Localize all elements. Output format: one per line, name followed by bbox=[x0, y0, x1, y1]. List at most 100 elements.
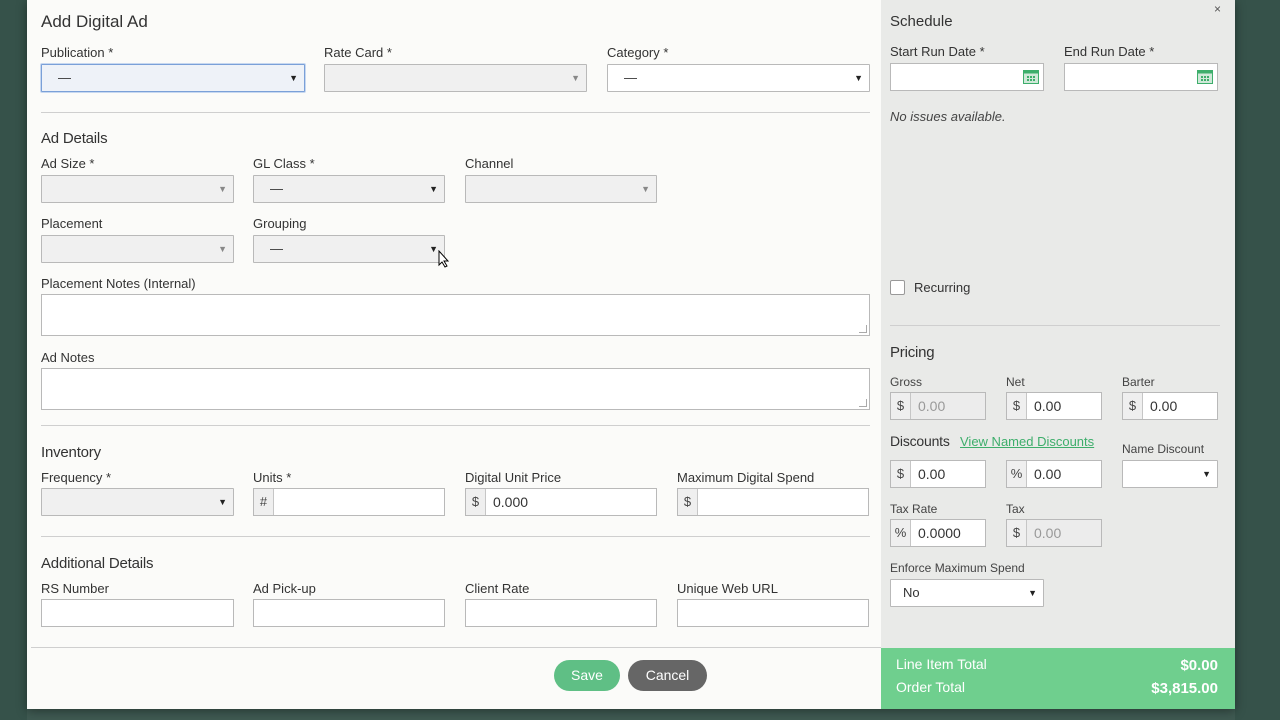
cancel-button[interactable]: Cancel bbox=[628, 660, 707, 691]
chevron-down-icon: ▼ bbox=[1028, 588, 1037, 598]
placement-notes-textarea[interactable] bbox=[41, 294, 870, 336]
end-run-date-input[interactable] bbox=[1064, 63, 1218, 91]
channel-label: Channel bbox=[465, 156, 514, 171]
additional-details-heading: Additional Details bbox=[41, 555, 154, 572]
name-discount-select[interactable]: ▼ bbox=[1122, 460, 1218, 488]
divider bbox=[41, 425, 870, 426]
rate-card-select[interactable]: ▼ bbox=[324, 64, 587, 92]
net-label: Net bbox=[1006, 375, 1025, 389]
net-value: 0.00 bbox=[1034, 398, 1062, 414]
digital-unit-price-input[interactable]: $ 0.000 bbox=[465, 488, 657, 516]
enforce-max-spend-select[interactable]: No ▼ bbox=[890, 579, 1044, 607]
ad-notes-textarea[interactable] bbox=[41, 368, 870, 410]
enforce-max-spend-value: No bbox=[903, 585, 920, 600]
units-label: Units * bbox=[253, 470, 292, 485]
schedule-pricing-pane: × Schedule Start Run Date * End Run Date… bbox=[881, 0, 1235, 709]
channel-select[interactable]: ▼ bbox=[465, 175, 657, 203]
divider bbox=[31, 647, 881, 648]
barter-input[interactable]: $ 0.00 bbox=[1122, 392, 1218, 420]
ad-form-pane: Add Digital Ad Publication * — ▼ Rate Ca… bbox=[27, 0, 881, 709]
chevron-down-icon: ▼ bbox=[429, 244, 438, 254]
schedule-heading: Schedule bbox=[890, 13, 953, 30]
digital-unit-price-label: Digital Unit Price bbox=[465, 470, 562, 485]
barter-value: 0.00 bbox=[1150, 398, 1178, 414]
client-rate-input[interactable] bbox=[465, 599, 657, 627]
gl-class-value: — bbox=[270, 181, 283, 196]
name-discount-label: Name Discount bbox=[1122, 442, 1205, 456]
grouping-select[interactable]: — ▼ bbox=[253, 235, 445, 263]
chevron-down-icon: ▼ bbox=[218, 184, 227, 194]
ad-details-heading: Ad Details bbox=[41, 130, 108, 147]
discounts-heading: Discounts bbox=[890, 433, 950, 449]
add-digital-ad-modal: Add Digital Ad Publication * — ▼ Rate Ca… bbox=[27, 0, 1235, 709]
max-digital-spend-input[interactable]: $ bbox=[677, 488, 869, 516]
backdrop-left bbox=[0, 0, 27, 720]
tax-label: Tax bbox=[1006, 502, 1025, 516]
rs-number-label: RS Number bbox=[41, 581, 109, 596]
dollar-prefix: $ bbox=[1007, 393, 1027, 419]
gl-class-select[interactable]: — ▼ bbox=[253, 175, 445, 203]
chevron-down-icon: ▼ bbox=[641, 184, 650, 194]
view-named-discounts-link[interactable]: View Named Discounts bbox=[960, 434, 1094, 449]
ad-pickup-label: Ad Pick-up bbox=[253, 581, 316, 596]
dollar-prefix: $ bbox=[1123, 393, 1143, 419]
chevron-down-icon: ▼ bbox=[1202, 469, 1211, 479]
recurring-checkbox[interactable] bbox=[890, 280, 905, 295]
net-input[interactable]: $ 0.00 bbox=[1006, 392, 1102, 420]
dollar-prefix: $ bbox=[678, 489, 698, 515]
rate-card-label: Rate Card * bbox=[324, 45, 392, 60]
divider bbox=[890, 325, 1220, 326]
percent-prefix: % bbox=[891, 520, 911, 546]
save-button[interactable]: Save bbox=[554, 660, 620, 691]
dollar-prefix: $ bbox=[891, 461, 911, 487]
frequency-select[interactable]: ▼ bbox=[41, 488, 234, 516]
category-value: — bbox=[624, 70, 637, 85]
tax-input[interactable]: $ 0.00 bbox=[1006, 519, 1102, 547]
backdrop-right bbox=[1235, 0, 1280, 720]
discount-percent-input[interactable]: % 0.00 bbox=[1006, 460, 1102, 488]
ad-pickup-input[interactable] bbox=[253, 599, 445, 627]
start-run-date-input[interactable] bbox=[890, 63, 1044, 91]
placement-label: Placement bbox=[41, 216, 103, 231]
discount-amount-input[interactable]: $ 0.00 bbox=[890, 460, 986, 488]
barter-label: Barter bbox=[1122, 375, 1155, 389]
grouping-value: — bbox=[270, 241, 283, 256]
calendar-icon[interactable] bbox=[1197, 69, 1213, 84]
enforce-max-spend-label: Enforce Maximum Spend bbox=[890, 561, 1025, 575]
rs-number-input[interactable] bbox=[41, 599, 234, 627]
ad-notes-label: Ad Notes bbox=[41, 350, 95, 365]
inventory-heading: Inventory bbox=[41, 444, 101, 461]
units-input[interactable]: # bbox=[253, 488, 445, 516]
tax-value: 0.00 bbox=[1034, 525, 1062, 541]
no-issues-text: No issues available. bbox=[890, 109, 1006, 124]
resize-handle[interactable] bbox=[859, 325, 867, 333]
gross-value: 0.00 bbox=[918, 398, 946, 414]
max-digital-spend-label: Maximum Digital Spend bbox=[677, 470, 815, 485]
category-select[interactable]: — ▼ bbox=[607, 64, 870, 92]
gross-input[interactable]: $ 0.00 bbox=[890, 392, 986, 420]
totals-footer: Line Item Total $0.00 Order Total $3,815… bbox=[881, 648, 1235, 709]
unique-web-url-input[interactable] bbox=[677, 599, 869, 627]
gross-label: Gross bbox=[890, 375, 923, 389]
unique-web-url-label: Unique Web URL bbox=[677, 581, 778, 596]
recurring-label: Recurring bbox=[914, 280, 971, 295]
dollar-prefix: $ bbox=[891, 393, 911, 419]
end-run-date-label: End Run Date * bbox=[1064, 44, 1155, 59]
ad-size-select[interactable]: ▼ bbox=[41, 175, 234, 203]
chevron-down-icon: ▼ bbox=[571, 73, 580, 83]
digital-unit-price-value: 0.000 bbox=[493, 494, 529, 510]
frequency-label: Frequency * bbox=[41, 470, 112, 485]
ad-size-label: Ad Size * bbox=[41, 156, 95, 171]
resize-handle[interactable] bbox=[859, 399, 867, 407]
dollar-prefix: $ bbox=[1007, 520, 1027, 546]
placement-select[interactable]: ▼ bbox=[41, 235, 234, 263]
dollar-prefix: $ bbox=[466, 489, 486, 515]
tax-rate-input[interactable]: % 0.0000 bbox=[890, 519, 986, 547]
publication-value: — bbox=[58, 70, 71, 85]
divider bbox=[41, 112, 870, 113]
calendar-icon[interactable] bbox=[1023, 69, 1039, 84]
close-icon[interactable]: × bbox=[1214, 2, 1221, 16]
chevron-down-icon: ▼ bbox=[429, 184, 438, 194]
grouping-label: Grouping bbox=[253, 216, 307, 231]
publication-select[interactable]: — ▼ bbox=[41, 64, 305, 92]
